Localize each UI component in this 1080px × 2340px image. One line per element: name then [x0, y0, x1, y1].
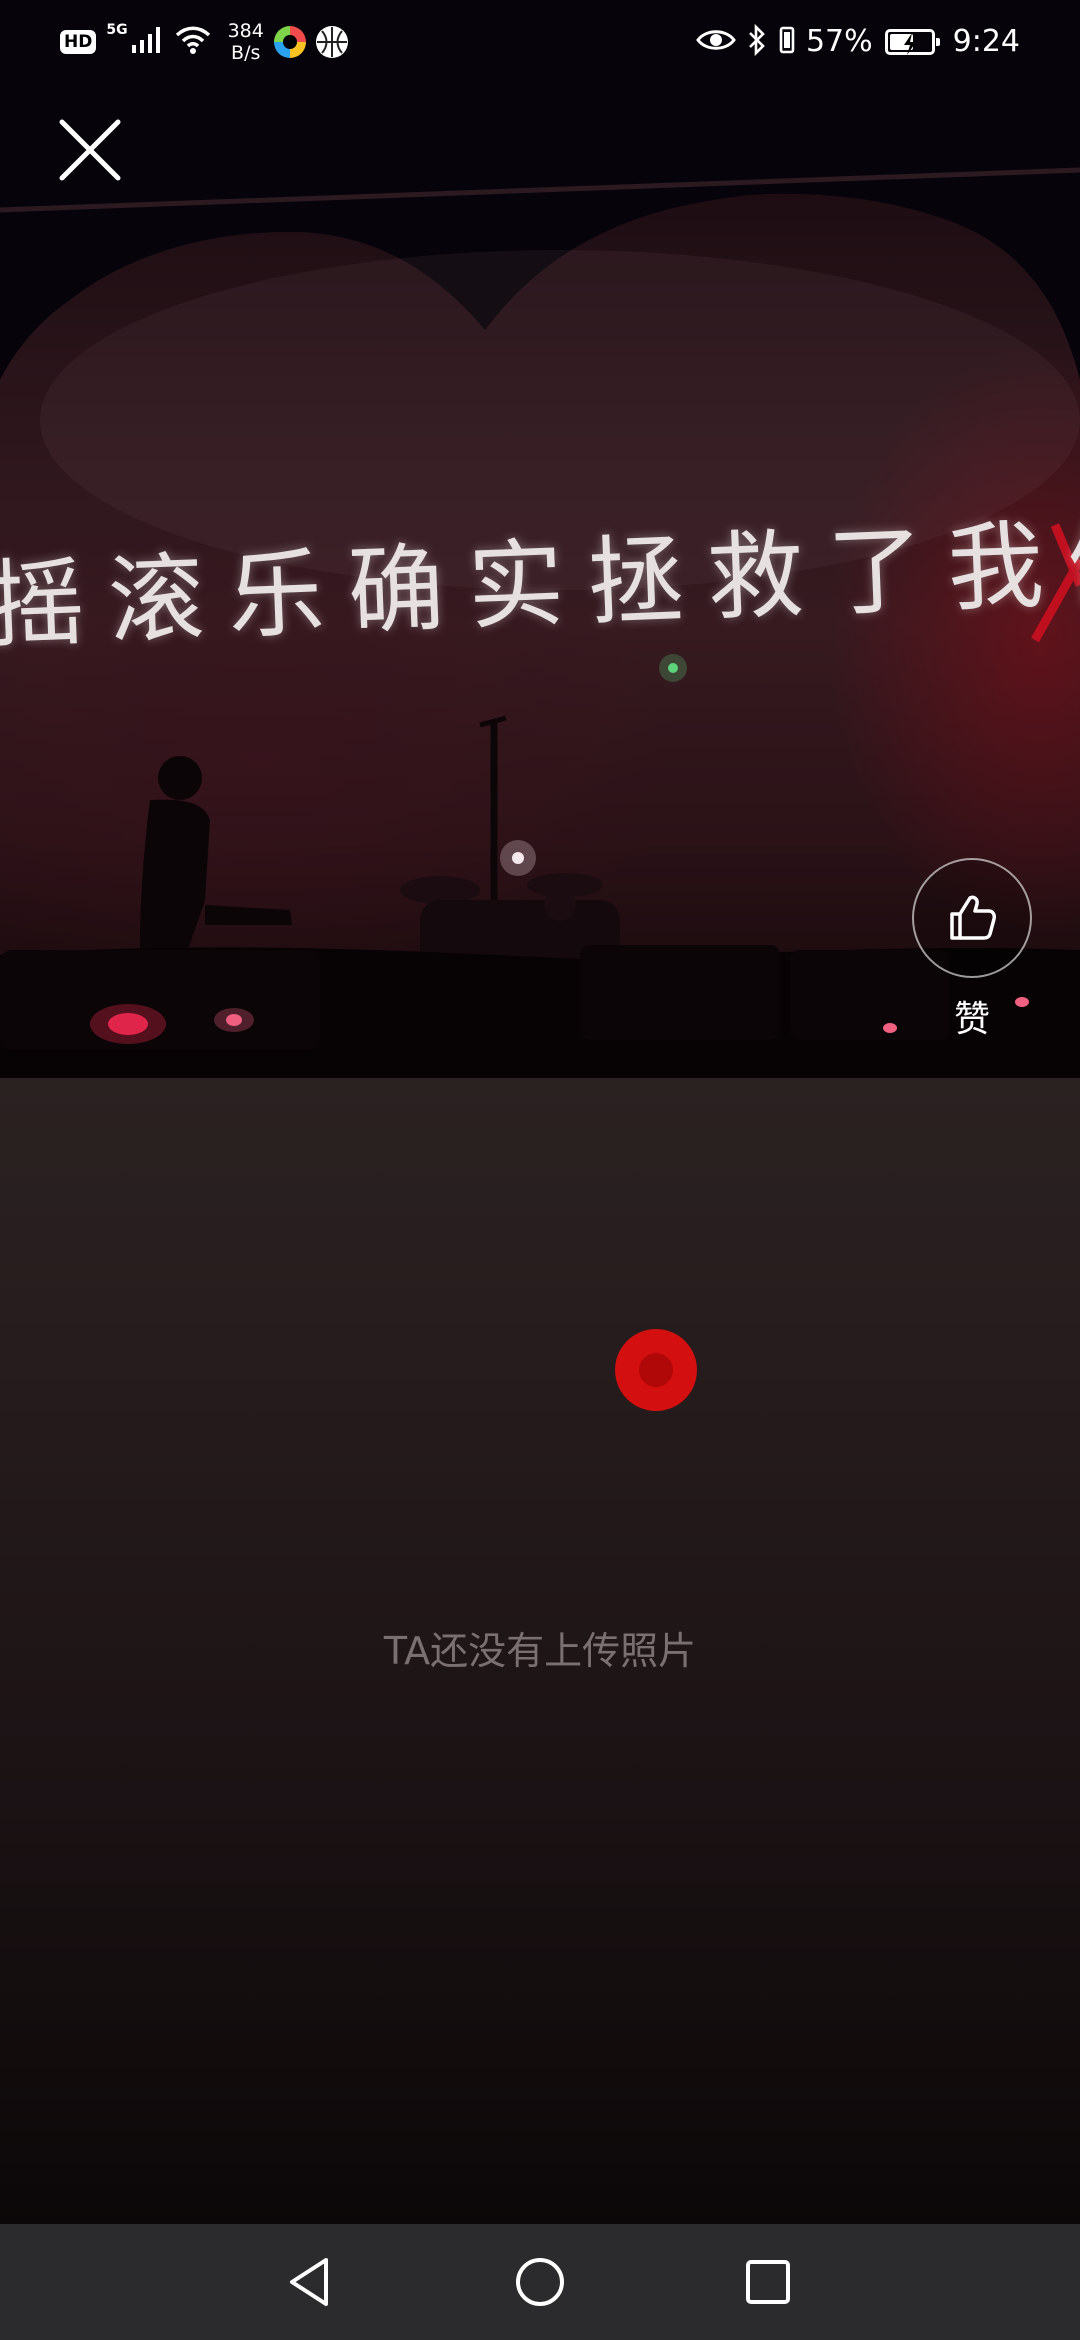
bluetooth-icon — [746, 23, 768, 60]
like-label: 赞 — [953, 999, 990, 1040]
battery-icon — [884, 29, 940, 55]
vibrate-icon — [778, 25, 796, 59]
network-speed: 384 B/s — [228, 20, 264, 64]
close-icon — [59, 119, 121, 181]
network-generation: 5G — [106, 22, 128, 38]
floating-red-dot-icon[interactable] — [615, 1329, 697, 1411]
screen: 摇滚乐确实拯救了我们 HD 5G 384 B/s 57% 9:24 赞 TA还没… — [0, 0, 1080, 2340]
charging-bolt-icon — [903, 33, 916, 55]
speed-unit: B/s — [231, 42, 261, 64]
like-button[interactable] — [912, 858, 1032, 978]
nav-back-button[interactable] — [250, 2224, 370, 2340]
wifi-icon — [174, 25, 212, 59]
empty-photos-message: TA还没有上传照片 — [383, 1629, 697, 1673]
app-notification-icon — [273, 26, 306, 58]
speed-value: 384 — [227, 20, 264, 42]
nav-recents-button[interactable] — [708, 2224, 828, 2340]
nav-home-button[interactable] — [480, 2224, 600, 2340]
recents-icon — [746, 2260, 790, 2304]
hd-badge: HD — [60, 30, 97, 54]
status-bar-right: 57% 9:24 — [696, 14, 1020, 70]
back-icon — [290, 2258, 328, 2306]
thumbs-up-icon — [950, 895, 996, 940]
status-bar-left: HD 5G 384 B/s — [60, 14, 348, 70]
home-icon — [516, 2258, 564, 2306]
signal-icon — [130, 25, 164, 59]
status-time: 9:24 — [952, 24, 1020, 59]
system-navigation-bar — [0, 2224, 1080, 2340]
eye-icon — [696, 26, 736, 58]
battery-percent: 57% — [805, 24, 873, 59]
close-button[interactable] — [50, 110, 130, 190]
status-bar: HD 5G 384 B/s 57% 9:24 — [0, 0, 1080, 80]
basketball-app-icon — [315, 26, 348, 58]
